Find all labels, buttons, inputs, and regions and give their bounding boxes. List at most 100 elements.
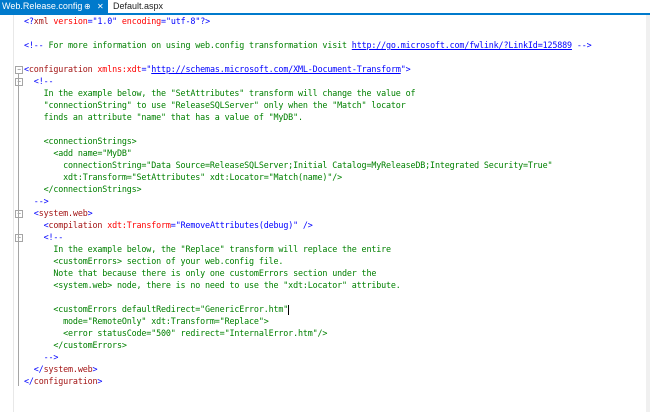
code-token: compilation bbox=[48, 220, 103, 230]
code-line[interactable]: </configuration> bbox=[24, 375, 102, 387]
code-token: encoding bbox=[117, 16, 162, 26]
code-line[interactable]: </customErrors> bbox=[24, 339, 127, 351]
code-line[interactable]: Note that because there is only one cust… bbox=[24, 267, 376, 279]
code-token: <? bbox=[24, 16, 34, 26]
fold-toggle-icon[interactable]: − bbox=[15, 66, 23, 74]
code-token: xml bbox=[33, 16, 49, 26]
code-token: xdt:Transform="SetAttributes" xdt:Locato… bbox=[24, 172, 342, 182]
pin-icon[interactable]: ⊕ bbox=[84, 0, 91, 13]
code-line[interactable]: <configuration xmlns:xdt="http://schemas… bbox=[24, 63, 411, 75]
code-line[interactable]: --> bbox=[24, 195, 49, 207]
gutter-divider bbox=[13, 15, 14, 412]
tab-web-release-config[interactable]: Web.Release.config ⊕ ✕ bbox=[0, 0, 108, 13]
code-token: Note that because there is only one cust… bbox=[24, 268, 377, 278]
code-token: In the example below, the "Replace" tran… bbox=[24, 244, 391, 254]
code-token: =" bbox=[170, 220, 181, 230]
code-line[interactable]: <!-- bbox=[24, 231, 64, 243]
code-line[interactable]: "connectionString" to use "ReleaseSQLSer… bbox=[24, 99, 406, 111]
code-token: --> bbox=[576, 40, 592, 50]
code-line[interactable]: mode="RemoteOnly" xdt:Transform="Replace… bbox=[24, 315, 269, 327]
code-line[interactable]: </connectionStrings> bbox=[24, 183, 142, 195]
code-token: <system.web> node, there is no need to u… bbox=[24, 280, 401, 290]
code-line[interactable]: <add name="MyDB" bbox=[24, 147, 132, 159]
code-token: </customErrors> bbox=[24, 340, 127, 350]
text-caret bbox=[288, 304, 290, 315]
code-token: finds an attribute "name" that has a val… bbox=[24, 112, 303, 122]
code-token: <add name="MyDB" bbox=[24, 148, 132, 158]
code-token: configuration bbox=[28, 64, 93, 74]
code-token: <customErrors defaultRedirect="GenericEr… bbox=[24, 304, 289, 314]
document-tab-bar: Web.Release.config ⊕ ✕ Default.aspx bbox=[0, 0, 650, 15]
code-line[interactable]: connectionString="Data Source=ReleaseSQL… bbox=[24, 159, 552, 171]
editor-gutter bbox=[0, 15, 13, 412]
code-token: <!-- bbox=[24, 40, 44, 50]
code-token: <error statusCode="500" redirect="Intern… bbox=[24, 328, 328, 338]
code-token: </connectionStrings> bbox=[24, 184, 142, 194]
code-token: =" bbox=[161, 16, 171, 26]
fold-toggle-icon[interactable]: − bbox=[15, 210, 23, 218]
code-token: > bbox=[97, 376, 103, 386]
code-token: </ bbox=[24, 376, 34, 386]
code-line[interactable]: xdt:Transform="SetAttributes" xdt:Locato… bbox=[24, 171, 342, 183]
code-token: In the example below, the "SetAttributes… bbox=[24, 88, 416, 98]
code-token: > bbox=[87, 208, 93, 218]
code-token: 1.0 bbox=[97, 16, 113, 26]
code-line[interactable]: <error statusCode="500" redirect="Intern… bbox=[24, 327, 327, 339]
code-line[interactable]: --> bbox=[24, 351, 59, 363]
fold-toggle-icon[interactable]: − bbox=[15, 78, 23, 86]
tab-default-aspx[interactable]: Default.aspx bbox=[108, 0, 170, 13]
code-token: RemoveAttributes(debug) bbox=[180, 220, 294, 230]
code-line[interactable]: <!-- bbox=[24, 75, 54, 87]
code-token: --> bbox=[43, 352, 59, 362]
code-token: system.web bbox=[38, 208, 88, 218]
code-token: --> bbox=[33, 196, 49, 206]
code-token: < bbox=[24, 220, 49, 230]
code-token: xdt:Transform bbox=[102, 220, 171, 230]
code-token: connectionString="Data Source=ReleaseSQL… bbox=[24, 160, 553, 170]
code-line[interactable]: In the example below, the "SetAttributes… bbox=[24, 87, 416, 99]
code-token: configuration bbox=[33, 376, 98, 386]
code-token: <!-- bbox=[33, 76, 54, 86]
vertical-scrollbar[interactable] bbox=[646, 15, 650, 412]
tab-label: Web.Release.config bbox=[2, 1, 83, 11]
code-line[interactable]: </system.web> bbox=[24, 363, 98, 375]
code-token: <customErrors> section of your web.confi… bbox=[24, 256, 284, 266]
code-token: <!-- bbox=[43, 232, 64, 242]
close-icon[interactable]: ✕ bbox=[97, 0, 104, 13]
code-token: "?> bbox=[195, 16, 210, 26]
code-line[interactable]: <customErrors defaultRedirect="GenericEr… bbox=[24, 303, 290, 315]
code-token: =" bbox=[87, 16, 98, 26]
code-token: < bbox=[24, 208, 39, 218]
code-line[interactable]: <compilation xdt:Transform="RemoveAttrib… bbox=[24, 219, 313, 231]
code-line[interactable]: finds an attribute "name" that has a val… bbox=[24, 111, 303, 123]
code-line[interactable]: <connectionStrings> bbox=[24, 135, 137, 147]
code-line[interactable]: <system.web> node, there is no need to u… bbox=[24, 279, 401, 291]
code-editor[interactable]: − − − − <?xml version="1.0" encoding="utf-8… bbox=[0, 15, 650, 412]
code-token: =" bbox=[141, 64, 152, 74]
code-token: mode="RemoteOnly" xdt:Transform="Replace… bbox=[24, 316, 269, 326]
code-token: "> bbox=[400, 64, 411, 74]
code-link[interactable]: http://go.microsoft.com/fwlink/?LinkId=1… bbox=[352, 40, 572, 50]
code-token: version bbox=[48, 16, 88, 26]
fold-toggle-icon[interactable]: − bbox=[15, 234, 23, 242]
code-line[interactable]: <?xml version="1.0" encoding="utf-8"?> bbox=[24, 15, 210, 27]
code-line[interactable]: <customErrors> section of your web.confi… bbox=[24, 255, 283, 267]
code-token: " /> bbox=[293, 220, 313, 230]
tab-label: Default.aspx bbox=[113, 1, 164, 11]
code-line[interactable]: <system.web> bbox=[24, 207, 93, 219]
code-token: <connectionStrings> bbox=[24, 136, 137, 146]
code-token: For more information on using web.config… bbox=[43, 40, 352, 50]
code-token: system.web bbox=[43, 364, 93, 374]
code-token: > bbox=[92, 364, 98, 374]
code-token: "connectionString" to use "ReleaseSQLSer… bbox=[24, 100, 406, 110]
code-token: utf-8 bbox=[170, 16, 196, 26]
code-link[interactable]: http://schemas.microsoft.com/XML-Documen… bbox=[151, 64, 401, 74]
code-line[interactable]: In the example below, the "Replace" tran… bbox=[24, 243, 391, 255]
outline-guide bbox=[18, 74, 19, 386]
code-line[interactable]: <!-- For more information on using web.c… bbox=[24, 39, 592, 51]
code-token: xmlns:xdt bbox=[92, 64, 142, 74]
